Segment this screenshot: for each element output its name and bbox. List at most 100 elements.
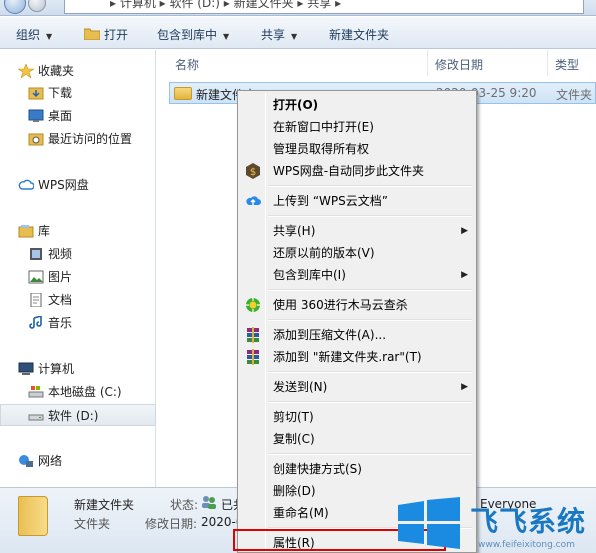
menu-item-share[interactable]: 共享(H) ▶ <box>240 220 474 242</box>
submenu-arrow-icon: ▶ <box>461 382 468 392</box>
nav-local-disk-c-label: 本地磁盘 (C:) <box>48 385 122 399</box>
submenu-arrow-icon: ▶ <box>461 270 468 280</box>
nav-downloads[interactable]: 下载 <box>0 82 156 104</box>
menu-item-label: 还原以前的版本(V) <box>273 246 375 260</box>
watermark-brand: 飞飞系统 <box>470 505 587 538</box>
share-menu[interactable]: 共享 ▼ <box>261 26 297 43</box>
folder-icon <box>18 496 48 536</box>
nav-recent-label: 最近访问的位置 <box>48 132 133 146</box>
organize-menu[interactable]: 组织 ▼ <box>16 26 52 43</box>
chevron-down-icon: ▼ <box>46 32 53 41</box>
column-header-modified[interactable]: 修改日期 <box>435 56 483 73</box>
chevron-down-icon: ▼ <box>223 32 230 41</box>
nav-downloads-label: 下载 <box>48 86 73 100</box>
column-header-name[interactable]: 名称 <box>175 56 199 73</box>
nav-favorites[interactable]: 收藏夹 <box>0 60 156 82</box>
menu-item-upload-wps[interactable]: 上传到 “WPS云文档” <box>240 190 474 212</box>
menu-item-label: 重命名(M) <box>273 506 329 520</box>
details-name: 新建文件夹 <box>74 498 135 512</box>
menu-item-open[interactable]: 打开(O) <box>240 94 474 116</box>
menu-item-take-ownership[interactable]: 管理员取得所有权 <box>240 138 474 160</box>
nav-computer-label: 计算机 <box>38 362 75 376</box>
command-bar: 组织 ▼ 打开 包含到库中 ▼ 共享 ▼ 新建文件夹 <box>0 17 596 49</box>
context-menu: 打开(O) 在新窗口中打开(E) 管理员取得所有权 $ WPS网盘-自动同步此文… <box>237 90 477 553</box>
nav-network[interactable]: 网络 <box>0 450 156 472</box>
shared-users-icon <box>202 496 216 509</box>
nav-local-disk-c[interactable]: 本地磁盘 (C:) <box>0 381 156 403</box>
address-bar: ▸ 计算机 ▸ 软件 (D:) ▸ 新建文件夹 ▸ 共享 ▸ <box>0 0 596 16</box>
menu-item-label: 共享(H) <box>273 224 316 238</box>
menu-item-label: 剪切(T) <box>273 410 314 424</box>
new-folder-label: 新建文件夹 <box>329 28 390 42</box>
column-divider[interactable] <box>547 50 548 76</box>
nav-videos[interactable]: 视频 <box>0 243 156 265</box>
details-kind: 文件夹 <box>74 517 111 531</box>
menu-item-include-library[interactable]: 包含到库中(I) ▶ <box>240 264 474 286</box>
menu-item-add-archive[interactable]: 添加到压缩文件(A)... <box>240 324 474 346</box>
nav-software-d[interactable]: 软件 (D:) <box>0 404 156 426</box>
menu-item-cut[interactable]: 剪切(T) <box>240 406 474 428</box>
menu-item-label: 使用 360进行木马云查杀 <box>273 298 408 312</box>
desktop-icon <box>28 109 44 122</box>
document-icon <box>30 293 42 307</box>
menu-item-restore-versions[interactable]: 还原以前的版本(V) <box>240 242 474 264</box>
menu-item-label: 包含到库中(I) <box>273 268 346 282</box>
menu-item-add-rar[interactable]: 添加到 "新建文件夹.rar"(T) <box>240 346 474 368</box>
nav-pictures-label: 图片 <box>48 270 73 284</box>
nav-software-d-label: 软件 (D:) <box>48 409 99 423</box>
nav-pictures[interactable]: 图片 <box>0 266 156 288</box>
chevron-down-icon: ▼ <box>291 32 298 41</box>
cloud-icon <box>18 179 34 190</box>
folder-open-icon <box>84 28 100 40</box>
navigation-pane: 收藏夹 下载 桌面 最近访问的位置 WPS网盘 库 视频 图片 文档 音乐 计算… <box>0 50 156 487</box>
nav-desktop[interactable]: 桌面 <box>0 105 156 127</box>
menu-separator <box>268 185 472 187</box>
back-button[interactable] <box>4 0 26 14</box>
menu-item-copy[interactable]: 复制(C) <box>240 428 474 450</box>
svg-text:$: $ <box>250 167 256 178</box>
column-divider[interactable] <box>427 50 428 76</box>
nav-music[interactable]: 音乐 <box>0 312 156 334</box>
include-library-label: 包含到库中 <box>157 28 218 42</box>
nav-favorites-label: 收藏夹 <box>38 64 75 78</box>
menu-item-360-scan[interactable]: 使用 360进行木马云查杀 <box>240 294 474 316</box>
watermark-url: www.feifeixitong.com <box>478 540 575 550</box>
include-library-menu[interactable]: 包含到库中 ▼ <box>157 26 229 43</box>
winrar-icon <box>247 349 259 365</box>
menu-item-create-shortcut[interactable]: 创建快捷方式(S) <box>240 458 474 480</box>
column-header-type[interactable]: 类型 <box>555 56 579 73</box>
windows-logo-icon <box>398 497 460 549</box>
menu-item-label: 上传到 “WPS云文档” <box>273 194 388 208</box>
menu-item-label: 在新窗口中打开(E) <box>273 120 374 134</box>
recent-places-icon <box>28 133 44 146</box>
details-modified-label: 修改日期: <box>145 517 198 531</box>
forward-button[interactable] <box>28 0 46 12</box>
menu-separator <box>268 371 472 373</box>
menu-item-open-new-window[interactable]: 在新窗口中打开(E) <box>240 116 474 138</box>
menu-item-label: 创建快捷方式(S) <box>273 462 362 476</box>
nav-libraries-label: 库 <box>38 224 51 238</box>
menu-item-label: 添加到压缩文件(A)... <box>273 328 387 342</box>
nav-documents[interactable]: 文档 <box>0 289 156 311</box>
menu-item-send-to[interactable]: 发送到(N) ▶ <box>240 376 474 398</box>
menu-item-wps-sync[interactable]: $ WPS网盘-自动同步此文件夹 <box>240 160 474 182</box>
video-icon <box>30 248 42 260</box>
menu-separator <box>268 453 472 455</box>
menu-item-label: 管理员取得所有权 <box>273 142 370 156</box>
new-folder-button[interactable]: 新建文件夹 <box>329 26 389 43</box>
picture-icon <box>28 270 44 284</box>
address-path: ▸ 计算机 ▸ 软件 (D:) ▸ 新建文件夹 ▸ 共享 ▸ <box>110 0 342 10</box>
nav-wps-drive[interactable]: WPS网盘 <box>0 174 156 196</box>
nav-libraries[interactable]: 库 <box>0 220 156 242</box>
open-button[interactable]: 打开 <box>84 26 128 43</box>
nav-network-label: 网络 <box>38 454 63 468</box>
menu-item-label: 删除(D) <box>273 484 316 498</box>
nav-computer[interactable]: 计算机 <box>0 358 156 380</box>
nav-videos-label: 视频 <box>48 247 73 261</box>
details-status-label: 状态: <box>170 498 199 512</box>
nav-recent[interactable]: 最近访问的位置 <box>0 128 156 150</box>
nav-documents-label: 文档 <box>48 293 73 307</box>
menu-item-label: 添加到 "新建文件夹.rar"(T) <box>273 350 422 364</box>
star-icon <box>18 64 34 78</box>
menu-item-label: 发送到(N) <box>273 380 328 394</box>
